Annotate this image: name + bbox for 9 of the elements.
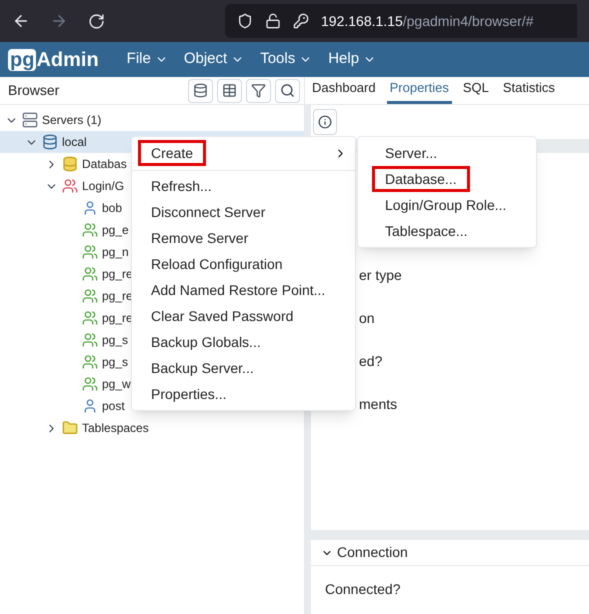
property-label: on (359, 309, 376, 328)
property-label: Connected? (325, 581, 401, 597)
property-label: ments (359, 395, 398, 414)
property-label: er type (359, 266, 403, 285)
property-label: ed? (359, 352, 384, 371)
url-path: /pgadmin4/browser/# (402, 12, 534, 31)
url-host: 192.168.1.15 (321, 12, 403, 28)
panel-title: Browser (8, 81, 60, 100)
pgadmin-logo: pgAdmin (8, 48, 99, 72)
